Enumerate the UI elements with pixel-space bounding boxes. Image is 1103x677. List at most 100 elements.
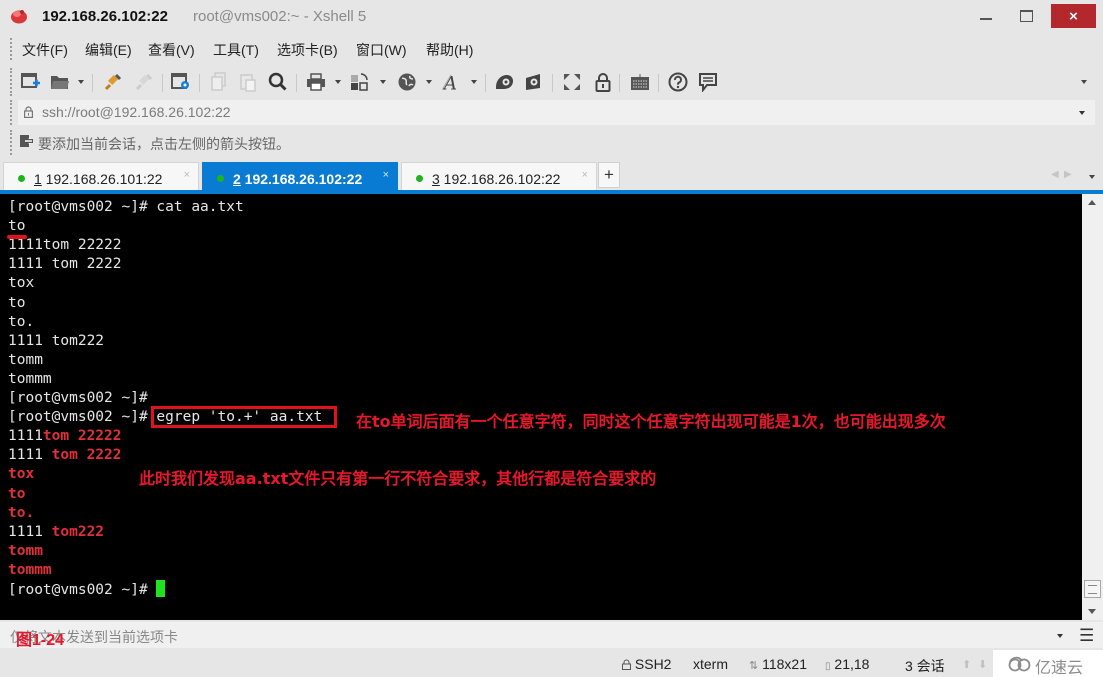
xftp-icon[interactable] (494, 72, 514, 92)
cursor-pos-icon: ▯ (825, 661, 831, 672)
disconnect-icon[interactable] (134, 72, 154, 92)
close-button[interactable]: × (1051, 4, 1096, 28)
font-icon[interactable]: A (442, 72, 462, 92)
terminal-line: to. (8, 313, 34, 332)
transfer-icon[interactable] (350, 72, 370, 92)
maximize-button[interactable] (1004, 4, 1048, 28)
address-input[interactable]: ssh://root@192.168.26.102:22 (42, 104, 231, 120)
window-title-session: root@vms002:~ - Xshell 5 (193, 8, 367, 25)
tab-scroll-left-icon[interactable]: ◀ (1051, 169, 1059, 180)
globe-icon[interactable] (397, 72, 417, 92)
add-session-arrow-icon[interactable] (20, 135, 33, 149)
tab-session-2[interactable]: 2 192.168.26.102:22 × (202, 162, 398, 192)
tab-label: 2 192.168.26.102:22 (233, 171, 362, 187)
terminal-line: 1111 tom 2222 (8, 255, 122, 274)
annotation-command-box (151, 406, 337, 428)
menu-tabs[interactable]: 选项卡(B) (277, 40, 338, 60)
new-tab-button[interactable]: + (598, 162, 620, 188)
tab-session-3[interactable]: 3 192.168.26.102:22 × (401, 162, 597, 192)
scroll-down-icon[interactable] (1088, 609, 1096, 614)
globe-dropdown-icon[interactable] (426, 80, 432, 84)
menu-edit[interactable]: 编辑(E) (85, 40, 132, 60)
toolbar-grip (10, 68, 12, 96)
next-session-icon[interactable]: ⬇ (978, 658, 987, 671)
terminal-text: to (8, 218, 26, 235)
paste-icon[interactable] (238, 72, 258, 92)
keyboard-icon[interactable] (630, 72, 650, 92)
tab-list-dropdown-icon[interactable] (1089, 175, 1095, 179)
chat-icon[interactable] (698, 72, 718, 92)
minimize-button[interactable] (964, 4, 1008, 28)
status-window-size: ⇅ 118x21 (749, 656, 807, 672)
tab-scroll-right-icon[interactable]: ▶ (1064, 169, 1072, 180)
terminal-line: 1111 tom222 (8, 332, 104, 351)
terminal-match: tom 22222 (42, 428, 122, 445)
terminal-text: 1111 (8, 428, 43, 445)
toolbar-separator (199, 74, 200, 92)
watermark: 亿速云 (993, 650, 1103, 677)
svg-text:A: A (442, 73, 457, 92)
terminal-text: 1111tom 22222 (8, 237, 122, 254)
transfer-dropdown-icon[interactable] (380, 80, 386, 84)
terminal-match: to. (8, 504, 35, 521)
menu-help[interactable]: 帮助(H) (426, 40, 473, 60)
font-dropdown-icon[interactable] (471, 80, 477, 84)
open-dropdown-icon[interactable] (78, 80, 84, 84)
tab-close-icon[interactable]: × (582, 169, 588, 181)
tab-number: 1 (34, 171, 42, 187)
tab-close-icon[interactable]: × (184, 169, 190, 181)
terminal-cursor (156, 580, 166, 597)
fullscreen-icon[interactable] (562, 72, 582, 92)
connect-icon[interactable] (103, 72, 123, 92)
terminal-match: tom 2222 (51, 447, 122, 464)
terminal-text: cat aa.txt (156, 199, 244, 215)
tab-label: 1 192.168.26.101:22 (34, 171, 162, 187)
copy-icon[interactable] (209, 72, 229, 92)
compose-bar[interactable]: 仅将文本发送到当前选项卡 图1-24 ☰ (0, 622, 1103, 649)
terminal-line: to. (8, 504, 34, 523)
terminal-line: [root@vms002 ~]# (8, 580, 166, 599)
xmanager-icon[interactable] (524, 72, 544, 92)
terminal-prompt: [root@vms002 ~]# (8, 199, 157, 215)
terminal-line: [root@vms002 ~]# (8, 389, 148, 408)
properties-icon[interactable] (171, 72, 191, 92)
status-protocol-text: SSH2 (634, 656, 672, 672)
toolbar-separator (658, 74, 659, 92)
terminal-text: to (8, 294, 26, 311)
compose-dropdown-icon[interactable] (1057, 634, 1063, 638)
scrollbar-thumb[interactable] (1084, 580, 1101, 598)
status-size-text: 118x21 (762, 656, 808, 672)
lock-icon[interactable] (593, 72, 613, 92)
menu-file[interactable]: 文件(F) (22, 40, 68, 60)
menu-view[interactable]: 查看(V) (148, 40, 195, 60)
terminal-line: tox (8, 274, 34, 293)
terminal-scrollbar[interactable] (1082, 194, 1103, 620)
help-icon[interactable] (668, 72, 688, 92)
prev-session-icon[interactable]: ⬆ (962, 658, 971, 671)
menu-tools[interactable]: 工具(T) (213, 40, 259, 60)
status-dot-icon (217, 175, 224, 182)
address-dropdown-icon[interactable] (1079, 111, 1085, 115)
open-folder-icon[interactable] (50, 72, 70, 92)
print-dropdown-icon[interactable] (335, 80, 341, 84)
tab-session-1[interactable]: 1 192.168.26.101:22 × (3, 162, 199, 192)
address-bar[interactable]: ssh://root@192.168.26.102:22 (18, 100, 1095, 125)
window-title-host: 192.168.26.102:22 (42, 8, 168, 25)
tab-close-icon[interactable]: × (383, 169, 389, 181)
scroll-up-icon[interactable] (1088, 200, 1096, 205)
tab-number: 3 (432, 171, 440, 187)
toolbar-separator (162, 74, 163, 92)
menu-window[interactable]: 窗口(W) (356, 40, 407, 60)
status-dot-icon (18, 175, 25, 182)
annotation-underline (7, 235, 27, 239)
terminal-line: to (8, 217, 25, 236)
terminal-text: tox (8, 275, 35, 292)
print-icon[interactable] (306, 72, 326, 92)
terminal-line: to (8, 294, 25, 313)
terminal-prompt: [root@vms002 ~]# (8, 390, 148, 406)
new-session-icon[interactable] (21, 72, 41, 92)
compose-menu-icon[interactable]: ☰ (1079, 626, 1094, 646)
find-icon[interactable] (268, 72, 288, 92)
toolbar-overflow-icon[interactable] (1081, 80, 1087, 84)
terminal-prompt: [root@vms002 ~]# (8, 582, 157, 598)
